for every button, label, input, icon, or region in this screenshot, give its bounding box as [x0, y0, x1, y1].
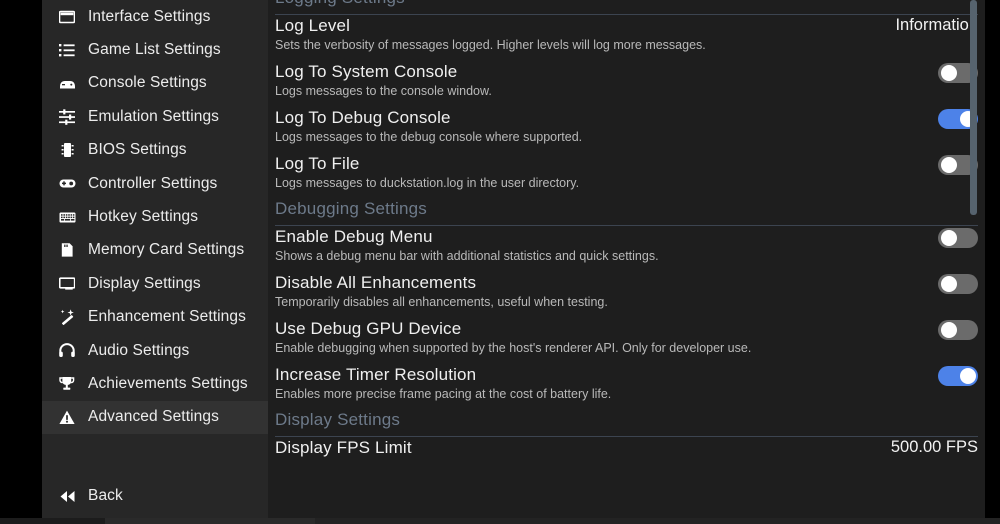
- window-icon: [56, 8, 78, 26]
- list-icon: [56, 41, 78, 59]
- sidebar-item-label: Hotkey Settings: [88, 208, 199, 226]
- sidebar-item-label: Display Settings: [88, 274, 201, 292]
- content-scrollbar-thumb[interactable]: [970, 0, 977, 215]
- setting-title: Increase Timer Resolution: [275, 365, 477, 384]
- sidebar-back-label: Back: [88, 487, 123, 504]
- setting-text-column: Log Level Sets the verbosity of messages …: [275, 15, 879, 53]
- bottom-status-strip: [0, 518, 1000, 524]
- setting-value-log-level[interactable]: Information: [895, 15, 978, 35]
- console-icon: [56, 74, 78, 92]
- sidebar-item-label: Memory Card Settings: [88, 241, 245, 259]
- settings-scroll-content: Logging SettingsLog Level Sets the verbos…: [268, 0, 985, 483]
- sidebar-item-label: Console Settings: [88, 74, 207, 92]
- setting-title: Log To File: [275, 154, 360, 173]
- setting-value-display-fps-limit[interactable]: 500.00 FPS: [891, 437, 978, 457]
- setting-text-column: Disable All Enhancements Temporarily disa…: [275, 272, 920, 310]
- sidebar-item-achievements[interactable]: Achievements Settings: [42, 367, 268, 400]
- memory-card-icon: [56, 241, 78, 259]
- setting-title: Enable Debug Menu: [275, 227, 433, 246]
- sidebar-item-label: BIOS Settings: [88, 141, 187, 159]
- sidebar-item-label: Advanced Settings: [88, 408, 219, 426]
- sidebar-item-emulation[interactable]: Emulation Settings: [42, 100, 268, 133]
- setting-title: Disable All Enhancements: [275, 273, 477, 292]
- sidebar-item-label: Interface Settings: [88, 7, 211, 25]
- toggle-knob: [940, 65, 957, 81]
- setting-row-use-debug-gpu-device[interactable]: Use Debug GPU Device Enable debugging whe…: [268, 318, 985, 364]
- toggle-knob: [940, 230, 957, 246]
- section-header-debugging: Debugging Settings: [275, 199, 978, 226]
- setting-title: Log To Debug Console: [275, 108, 451, 127]
- toggle-knob: [940, 276, 957, 292]
- sidebar-item-label: Game List Settings: [88, 41, 221, 59]
- setting-title: Log To System Console: [275, 62, 458, 81]
- sidebar-item-label: Controller Settings: [88, 174, 218, 192]
- sidebar-item-label: Emulation Settings: [88, 107, 220, 125]
- sidebar-item-game-list[interactable]: Game List Settings: [42, 33, 268, 66]
- setting-row-log-to-system-console[interactable]: Log To System Console Logs messages to th…: [268, 61, 985, 107]
- setting-text-column: Enable Debug Menu Shows a debug menu bar …: [275, 226, 920, 264]
- setting-row-increase-timer-resolution[interactable]: Increase Timer Resolution Enables more pr…: [268, 364, 985, 410]
- section-header-logging: Logging Settings: [275, 0, 978, 15]
- headphones-icon: [56, 342, 78, 360]
- setting-row-log-to-debug-console[interactable]: Log To Debug Console Logs messages to the…: [268, 107, 985, 153]
- chip-icon: [56, 141, 78, 159]
- sidebar-item-label: Audio Settings: [88, 341, 190, 359]
- setting-text-column: Log To File Logs messages to duckstation.…: [275, 153, 920, 191]
- sidebar-item-back[interactable]: Back: [42, 479, 268, 513]
- setting-description: Sets the verbosity of messages logged. H…: [275, 38, 706, 52]
- setting-row-log-to-file[interactable]: Log To File Logs messages to duckstation.…: [268, 153, 985, 199]
- sidebar-item-label: Achievements Settings: [88, 374, 248, 392]
- toggle-knob: [940, 157, 957, 173]
- setting-title: Display FPS Limit: [275, 438, 412, 457]
- content-scrollbar[interactable]: [970, 0, 977, 524]
- rewind-icon: [56, 487, 78, 505]
- trophy-icon: [56, 375, 78, 393]
- setting-row-log-level[interactable]: Log Level Sets the verbosity of messages …: [268, 15, 985, 61]
- settings-content-panel: Logging SettingsLog Level Sets the verbos…: [268, 0, 985, 524]
- setting-text-column: Log To System Console Logs messages to th…: [275, 61, 920, 99]
- sidebar-item-memory-card[interactable]: Memory Card Settings: [42, 234, 268, 267]
- setting-text-column: Use Debug GPU Device Enable debugging whe…: [275, 318, 920, 356]
- setting-row-enable-debug-menu[interactable]: Enable Debug Menu Shows a debug menu bar …: [268, 226, 985, 272]
- setting-row-disable-all-enhancements[interactable]: Disable All Enhancements Temporarily disa…: [268, 272, 985, 318]
- sidebar-item-hotkey[interactable]: Hotkey Settings: [42, 200, 268, 233]
- toggle-knob: [940, 322, 957, 338]
- duckstation-settings-window: Interface Settings Game List Settings Cons…: [0, 0, 1000, 524]
- sidebar-item-enhancement[interactable]: Enhancement Settings: [42, 301, 268, 334]
- magic-wand-icon: [56, 308, 78, 326]
- setting-description: Logs messages to duckstation.log in the …: [275, 176, 580, 190]
- setting-description: Enable debugging when supported by the h…: [275, 341, 752, 355]
- setting-description: Enables more precise frame pacing at the…: [275, 387, 612, 401]
- sliders-icon: [56, 108, 78, 126]
- sidebar-item-label: Enhancement Settings: [88, 308, 246, 326]
- sidebar-item-controller[interactable]: Controller Settings: [42, 167, 268, 200]
- sidebar-item-bios[interactable]: BIOS Settings: [42, 134, 268, 167]
- gamepad-icon: [56, 175, 78, 193]
- setting-description: Shows a debug menu bar with additional s…: [275, 249, 659, 263]
- sidebar-item-advanced[interactable]: Advanced Settings: [42, 400, 268, 435]
- setting-text-column: Display FPS Limit: [275, 437, 875, 458]
- sidebar-item-interface[interactable]: Interface Settings: [42, 0, 268, 33]
- setting-title: Log Level: [275, 16, 351, 35]
- settings-sidebar: Interface Settings Game List Settings Cons…: [42, 0, 268, 524]
- keyboard-icon: [56, 208, 78, 226]
- setting-description: Temporarily disables all enhancements, u…: [275, 295, 608, 309]
- setting-text-column: Log To Debug Console Logs messages to the…: [275, 107, 920, 145]
- bottom-strip-left: [0, 518, 105, 524]
- warning-icon: [56, 408, 78, 426]
- setting-row-display-fps-limit[interactable]: Display FPS Limit 500.00 FPS: [268, 437, 985, 483]
- bottom-strip-mid: [105, 518, 315, 524]
- sidebar-item-audio[interactable]: Audio Settings: [42, 334, 268, 367]
- sidebar-item-console[interactable]: Console Settings: [42, 67, 268, 100]
- setting-description: Logs messages to the debug console where…: [275, 130, 583, 144]
- monitor-icon: [56, 275, 78, 293]
- setting-title: Use Debug GPU Device: [275, 319, 462, 338]
- section-header-display: Display Settings: [275, 410, 978, 437]
- setting-text-column: Increase Timer Resolution Enables more pr…: [275, 364, 920, 402]
- setting-description: Logs messages to the console window.: [275, 84, 492, 98]
- sidebar-item-display[interactable]: Display Settings: [42, 267, 268, 300]
